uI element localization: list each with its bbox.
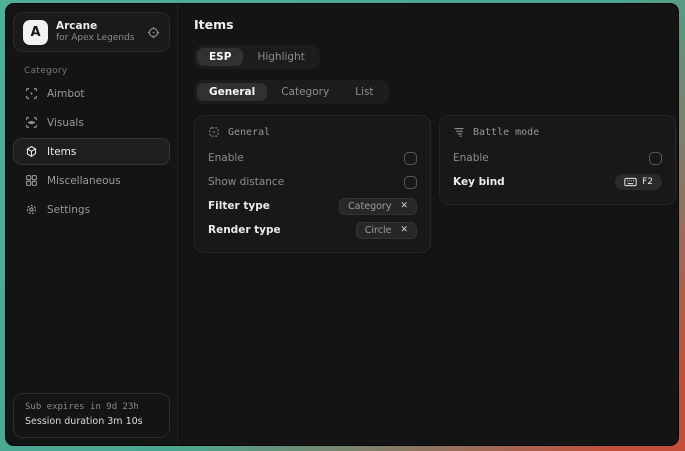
setting-row-enable: Enable: [208, 146, 417, 170]
sidebar-item-items[interactable]: Items: [13, 138, 170, 165]
battle-mode-panel: Battle mode Enable Key bind: [439, 115, 676, 205]
profile-card: A Arcane for Apex Legends: [13, 12, 170, 52]
keybind-value: F2: [642, 177, 653, 187]
sidebar-item-label: Items: [47, 146, 76, 158]
tornado-icon: [453, 126, 465, 138]
setting-label: Render type: [208, 224, 281, 236]
app-title-block: Arcane for Apex Legends: [56, 20, 139, 43]
panel-title: Battle mode: [473, 127, 539, 138]
battle-mode-panel-header: Battle mode: [453, 126, 662, 138]
package-icon: [25, 145, 38, 158]
filter-type-select[interactable]: Category ✕: [339, 198, 417, 215]
tab-esp[interactable]: ESP: [197, 48, 243, 66]
sidebar-item-label: Miscellaneous: [47, 175, 121, 187]
battle-enable-checkbox[interactable]: [649, 152, 662, 165]
category-section-label: Category: [24, 66, 177, 76]
sidebar-item-aimbot[interactable]: Aimbot: [13, 80, 170, 107]
keybind-button[interactable]: F2: [615, 174, 662, 190]
setting-row-render-type: Render type Circle ✕: [208, 218, 417, 242]
show-distance-checkbox[interactable]: [404, 176, 417, 189]
crosshair-icon: [25, 87, 38, 100]
app-subtitle: for Apex Legends: [56, 33, 139, 44]
setting-row-show-distance: Show distance: [208, 170, 417, 194]
target-icon[interactable]: [147, 26, 160, 39]
mode-tabs: ESP Highlight: [194, 45, 320, 69]
main-content: Items ESP Highlight General Category Lis…: [178, 4, 679, 445]
setting-row-filter-type: Filter type Category ✕: [208, 194, 417, 218]
gear-icon: [25, 203, 38, 216]
render-type-select[interactable]: Circle ✕: [356, 222, 417, 239]
clear-icon[interactable]: ✕: [400, 225, 408, 235]
setting-label: Show distance: [208, 176, 284, 188]
sub-expiry-text: Sub expires in 9d 23h: [25, 401, 158, 415]
general-panel-header: General: [208, 126, 417, 138]
sidebar-item-miscellaneous[interactable]: Miscellaneous: [13, 167, 170, 194]
sidebar-item-settings[interactable]: Settings: [13, 196, 170, 223]
sidebar-item-label: Aimbot: [47, 88, 85, 100]
setting-row-enable: Enable: [453, 146, 662, 170]
clear-icon[interactable]: ✕: [400, 201, 408, 211]
tab-list[interactable]: List: [343, 83, 385, 101]
select-value: Circle: [365, 225, 392, 236]
setting-label: Filter type: [208, 200, 270, 212]
session-info-card: Sub expires in 9d 23h Session duration 3…: [13, 393, 170, 438]
setting-label: Enable: [208, 152, 244, 164]
app-window: A Arcane for Apex Legends Category: [5, 3, 679, 446]
sub-tabs: General Category List: [194, 80, 389, 104]
setting-label: Key bind: [453, 176, 505, 188]
app-name: Arcane: [56, 20, 139, 33]
panel-title: General: [228, 127, 270, 138]
eye-icon: [25, 116, 38, 129]
keyboard-icon: [624, 177, 637, 187]
sidebar-item-visuals[interactable]: Visuals: [13, 109, 170, 136]
tab-general[interactable]: General: [197, 83, 267, 101]
grid-icon: [25, 174, 38, 187]
general-panel: General Enable Show distance Filter type…: [194, 115, 431, 253]
setting-label: Enable: [453, 152, 489, 164]
select-value: Category: [348, 201, 391, 212]
sidebar-item-label: Settings: [47, 204, 90, 216]
enable-checkbox[interactable]: [404, 152, 417, 165]
setting-row-key-bind: Key bind F2: [453, 170, 662, 194]
sidebar-nav: Aimbot Visuals: [6, 79, 177, 224]
app-logo: A: [23, 20, 48, 45]
viewfinder-icon: [208, 126, 220, 138]
page-title: Items: [194, 17, 676, 32]
sidebar: A Arcane for Apex Legends Category: [6, 4, 178, 445]
tab-category[interactable]: Category: [269, 83, 341, 101]
session-duration-text: Session duration 3m 10s: [25, 415, 158, 430]
tab-highlight[interactable]: Highlight: [245, 48, 316, 66]
sidebar-item-label: Visuals: [47, 117, 84, 129]
